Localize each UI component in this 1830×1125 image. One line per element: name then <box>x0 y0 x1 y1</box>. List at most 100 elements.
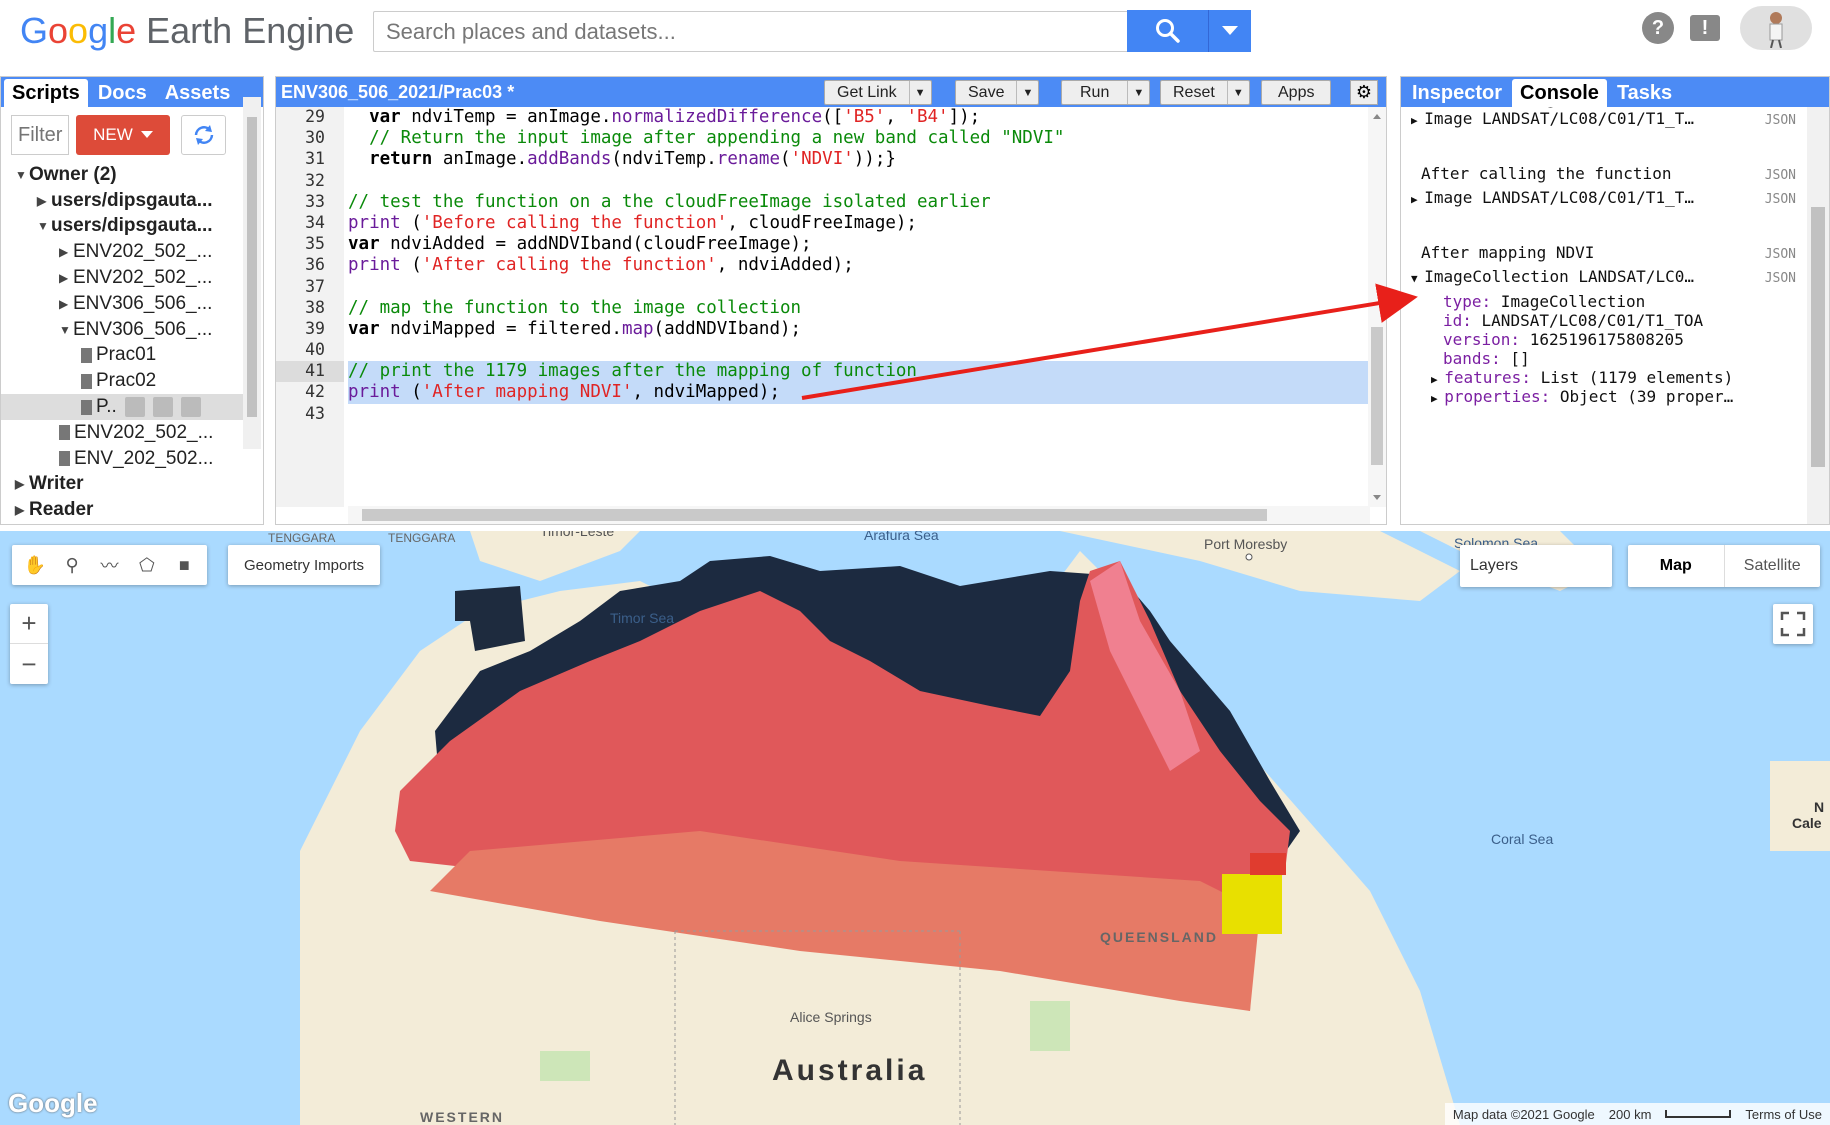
expand-right-icon[interactable]: ▶ <box>59 297 73 311</box>
history-icon[interactable] <box>124 397 145 418</box>
map-view[interactable]: TENGGARA TENGGARA Timor-Leste Arafura Se… <box>0 531 1830 1125</box>
polygon-tool-icon[interactable]: ⬠ <box>134 552 160 578</box>
code-line[interactable] <box>348 277 1370 298</box>
console-entry[interactable]: ▶ Image LANDSAT/LC08/C01/T1_T… JSON <box>1401 109 1796 128</box>
help-icon[interactable]: ? <box>1642 12 1674 44</box>
property-row[interactable]: ▶ features: List (1179 elements) <box>1401 368 1796 387</box>
console-scrollbar-thumb[interactable] <box>1811 207 1825 467</box>
code-line[interactable]: print ('After calling the function', ndv… <box>348 255 1370 276</box>
feedback-icon[interactable]: ! <box>1690 15 1720 41</box>
property-row[interactable]: ▶ properties: Object (39 proper… <box>1401 387 1796 406</box>
gear-icon[interactable]: ⚙ <box>1350 80 1378 105</box>
expand-right-icon[interactable]: ▶ <box>59 245 73 259</box>
expand-down-icon[interactable]: ▼ <box>59 323 73 337</box>
tree-item[interactable]: ▶ ENV202_502_... <box>1 265 243 291</box>
tree-item[interactable]: Prac02 <box>1 368 243 394</box>
zoom-out-button[interactable]: − <box>10 644 48 684</box>
apps-button[interactable]: Apps <box>1261 80 1332 105</box>
map-data-attribution[interactable]: Map data ©2021 Google <box>1453 1107 1595 1122</box>
code-line[interactable] <box>348 404 1370 425</box>
rectangle-tool-icon[interactable]: ■ <box>171 552 197 578</box>
tree-item[interactable]: ▶ Writer <box>1 472 243 498</box>
search-dropdown-button[interactable] <box>1208 10 1251 52</box>
save-dropdown-icon[interactable]: ▼ <box>1016 81 1038 104</box>
tree-item[interactable]: ▼ ENV306_506_... <box>1 317 243 343</box>
json-link[interactable]: JSON <box>1765 107 1796 108</box>
delete-icon[interactable] <box>180 397 201 418</box>
expand-right-icon[interactable]: ▶ <box>59 271 73 285</box>
tab-tasks[interactable]: Tasks <box>1609 79 1680 107</box>
editor-vertical-scrollbar[interactable] <box>1368 107 1386 507</box>
tree-scrollbar[interactable] <box>243 97 261 449</box>
run-button[interactable]: Run ▼ <box>1061 80 1151 105</box>
marker-tool-icon[interactable]: ⚲ <box>59 552 85 578</box>
search-button[interactable] <box>1127 10 1208 52</box>
scroll-up-icon[interactable] <box>1368 109 1386 123</box>
map-type-map[interactable]: Map <box>1628 545 1724 587</box>
search-input[interactable] <box>373 11 1128 52</box>
code-line[interactable]: return anImage.addBands(ndviTemp.rename(… <box>348 149 1370 170</box>
console-scrollbar[interactable] <box>1807 107 1829 524</box>
tab-console[interactable]: Console <box>1512 79 1607 107</box>
filter-input[interactable] <box>11 115 69 155</box>
expand-down-icon[interactable]: ▼ <box>15 168 29 182</box>
code-line[interactable]: var ndviTemp = anImage.normalizedDiffere… <box>348 107 1370 128</box>
expand-right-icon[interactable]: ▶ <box>1411 193 1424 206</box>
fullscreen-button[interactable] <box>1773 604 1813 644</box>
expand-right-icon[interactable]: ▶ <box>15 477 29 491</box>
code-area[interactable]: var ndviTemp = anImage.normalizedDiffere… <box>348 107 1370 507</box>
tab-scripts[interactable]: Scripts <box>4 79 88 107</box>
tree-item[interactable]: ENV202_502_... <box>1 420 243 446</box>
earth-engine-logo[interactable]: Google Earth Engine <box>20 10 354 58</box>
save-button[interactable]: Save ▼ <box>955 80 1040 105</box>
refresh-button[interactable] <box>181 115 226 155</box>
tree-item[interactable]: P.. <box>1 394 243 420</box>
json-link[interactable]: JSON <box>1765 247 1796 262</box>
scroll-down-icon[interactable] <box>1368 491 1386 505</box>
tree-item[interactable]: Prac01 <box>1 343 243 369</box>
editor-vscroll-thumb[interactable] <box>1371 327 1383 465</box>
reset-button[interactable]: Reset ▼ <box>1160 80 1250 105</box>
user-avatar[interactable] <box>1740 6 1812 50</box>
code-line[interactable] <box>348 171 1370 192</box>
json-link[interactable]: JSON <box>1765 113 1796 128</box>
tree-item[interactable]: ENV_202_502... <box>1 446 243 472</box>
editor-hscroll-thumb[interactable] <box>362 509 1267 521</box>
terms-of-use-link[interactable]: Terms of Use <box>1745 1107 1822 1122</box>
geometry-imports-button[interactable]: Geometry Imports <box>228 545 380 585</box>
console-entry[interactable]: ▶ Image LANDSAT/LC08/C01/T1_T… JSON <box>1401 188 1796 207</box>
tree-item[interactable]: ▶ ENV306_506_... <box>1 291 243 317</box>
tree-item[interactable]: ▼ users/dipsgauta... <box>1 214 243 240</box>
expand-down-icon[interactable]: ▼ <box>37 219 51 233</box>
code-line[interactable]: // map the function to the image collect… <box>348 298 1370 319</box>
tree-item[interactable]: ▶ ENV202_502_... <box>1 239 243 265</box>
code-line[interactable]: // Return the input image after appendin… <box>348 128 1370 149</box>
tab-inspector[interactable]: Inspector <box>1404 79 1510 107</box>
expand-right-icon[interactable]: ▶ <box>1411 114 1424 127</box>
run-dropdown-icon[interactable]: ▼ <box>1127 81 1149 104</box>
json-link[interactable]: JSON <box>1765 192 1796 207</box>
tree-scrollbar-thumb[interactable] <box>247 117 257 417</box>
code-line[interactable] <box>348 340 1370 361</box>
code-line[interactable]: print ('After mapping NDVI', ndviMapped)… <box>348 382 1370 404</box>
layers-button[interactable]: Layers <box>1460 545 1612 587</box>
scale-label[interactable]: 200 km <box>1609 1107 1652 1122</box>
code-line[interactable]: var ndviMapped = filtered.map(addNDVIban… <box>348 319 1370 340</box>
get-link-button[interactable]: Get Link ▼ <box>824 80 932 105</box>
tab-assets[interactable]: Assets <box>157 79 239 107</box>
expand-right-icon[interactable]: ▶ <box>15 503 29 517</box>
tab-docs[interactable]: Docs <box>90 79 155 107</box>
console-entry[interactable]: ▼ ImageCollection LANDSAT/LC0… JSON <box>1401 267 1796 286</box>
code-line[interactable]: // test the function on a the cloudFreeI… <box>348 192 1370 213</box>
hand-pan-icon[interactable]: ✋ <box>22 552 48 578</box>
line-tool-icon[interactable]: 〰 <box>96 552 122 578</box>
code-line[interactable]: print ('Before calling the function', cl… <box>348 213 1370 234</box>
code-line[interactable]: // print the 1179 images after the mappi… <box>348 361 1370 383</box>
zoom-in-button[interactable]: + <box>10 604 48 644</box>
json-link[interactable]: JSON <box>1765 168 1796 183</box>
edit-icon[interactable] <box>152 397 173 418</box>
new-script-button[interactable]: NEW <box>76 115 170 155</box>
editor-horizontal-scrollbar[interactable] <box>348 506 1370 524</box>
code-line[interactable]: var ndviAdded = addNDVIband(cloudFreeIma… <box>348 234 1370 255</box>
get-link-dropdown-icon[interactable]: ▼ <box>908 81 931 104</box>
